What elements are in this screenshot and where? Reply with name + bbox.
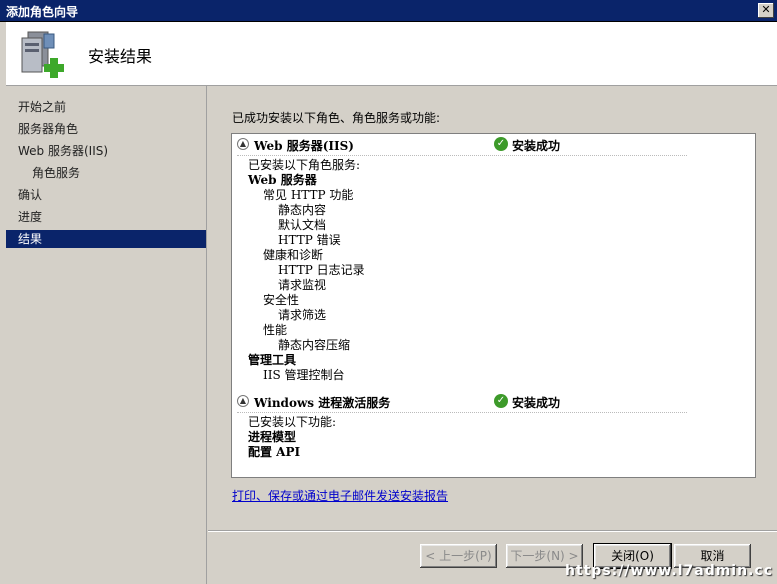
wizard-steps-sidebar: 开始之前 服务器角色 Web 服务器(IIS) 角色服务 确认 进度 结果 bbox=[6, 86, 207, 584]
status-text: 安装成功 bbox=[512, 396, 561, 410]
detail-line: 请求监视 bbox=[278, 278, 327, 292]
sidebar-item-before-you-begin[interactable]: 开始之前 bbox=[6, 98, 206, 116]
previous-button[interactable]: < 上一步(P) bbox=[420, 544, 497, 568]
server-install-icon bbox=[21, 31, 64, 78]
sidebar-item-confirmation[interactable]: 确认 bbox=[6, 186, 206, 204]
detail-line: IIS 管理控制台 bbox=[263, 368, 345, 382]
detail-line: 性能 bbox=[263, 323, 288, 337]
section-header-iis: ▲ Web 服务器(IIS) ✓ 安装成功 bbox=[237, 137, 747, 155]
page-title: 安装结果 bbox=[88, 47, 153, 66]
detail-line: HTTP 日志记录 bbox=[278, 263, 365, 277]
detail-line: 已安装以下角色服务: bbox=[248, 158, 361, 172]
results-intro-text: 已成功安装以下角色、角色服务或功能: bbox=[232, 111, 441, 125]
footer-divider bbox=[208, 530, 777, 532]
success-check-icon: ✓ bbox=[494, 394, 508, 408]
main-content: 已成功安装以下角色、角色服务或功能: ▲ Web 服务器(IIS) ✓ 安装成功… bbox=[208, 86, 777, 530]
section-title: Windows 进程激活服务 bbox=[254, 396, 391, 410]
install-report-link[interactable]: 打印、保存或通过电子邮件发送安装报告 bbox=[232, 487, 448, 504]
results-panel[interactable]: ▲ Web 服务器(IIS) ✓ 安装成功 已安装以下角色服务: Web 服务器… bbox=[231, 133, 756, 478]
detail-line: Web 服务器 bbox=[248, 173, 317, 187]
detail-line: 静态内容 bbox=[278, 203, 327, 217]
section-divider bbox=[237, 412, 687, 413]
sidebar-item-web-server-iis[interactable]: Web 服务器(IIS) bbox=[6, 142, 206, 160]
detail-line: 默认文档 bbox=[278, 218, 327, 232]
window-title-bar: 添加角色向导 ✕ bbox=[0, 0, 777, 22]
watermark-text: https://www.l7admin.cc bbox=[564, 563, 773, 579]
sidebar-item-role-services[interactable]: 角色服务 bbox=[6, 164, 206, 182]
sidebar-item-progress[interactable]: 进度 bbox=[6, 208, 206, 226]
detail-line: 静态内容压缩 bbox=[278, 338, 351, 352]
detail-line: 安全性 bbox=[263, 293, 300, 307]
detail-line: 已安装以下功能: bbox=[248, 415, 337, 429]
section-divider bbox=[237, 155, 687, 156]
sidebar-item-results[interactable]: 结果 bbox=[6, 230, 206, 248]
detail-line: 进程模型 bbox=[248, 430, 297, 444]
detail-line: 配置 API bbox=[248, 445, 301, 459]
collapse-up-icon[interactable]: ▲ bbox=[237, 395, 249, 407]
success-check-icon: ✓ bbox=[494, 137, 508, 151]
detail-line: 健康和诊断 bbox=[263, 248, 324, 262]
section-header-was: ▲ Windows 进程激活服务 ✓ 安装成功 bbox=[237, 394, 747, 412]
sidebar-item-server-roles[interactable]: 服务器角色 bbox=[6, 120, 206, 138]
window-title: 添加角色向导 bbox=[6, 5, 79, 19]
section-title: Web 服务器(IIS) bbox=[254, 139, 354, 153]
collapse-up-icon[interactable]: ▲ bbox=[237, 138, 249, 150]
detail-line: 管理工具 bbox=[248, 353, 297, 367]
wizard-header: 安装结果 bbox=[6, 22, 777, 86]
detail-line: 请求筛选 bbox=[278, 308, 327, 322]
detail-line: 常见 HTTP 功能 bbox=[263, 188, 354, 202]
detail-line: HTTP 错误 bbox=[278, 233, 341, 247]
window-close-button[interactable]: ✕ bbox=[758, 3, 774, 18]
status-text: 安装成功 bbox=[512, 139, 561, 153]
